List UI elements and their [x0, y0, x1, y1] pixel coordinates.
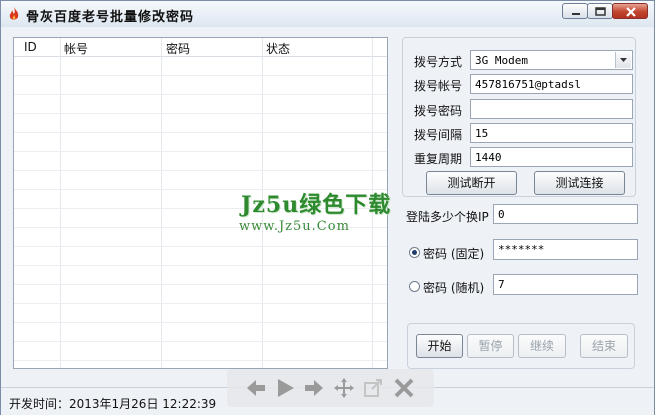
arrow-left-icon[interactable] [245, 377, 267, 399]
viewer-toolbar [227, 369, 434, 407]
dev-time-text: 开发时间：2013年1月26日 12:22:39 [9, 397, 217, 411]
row-gridline [14, 360, 387, 361]
dial-mode-select[interactable]: 3G Modem [470, 50, 633, 70]
fixed-password-input[interactable]: ******* [493, 239, 638, 260]
random-password-length-input[interactable]: 7 [493, 274, 638, 295]
fixed-password-label[interactable]: 密码 (固定) [423, 245, 484, 262]
dial-mode-value: 3G Modem [475, 54, 528, 67]
dropdown-arrow-icon [620, 58, 627, 62]
test-disconnect-button[interactable]: 测试断开 [426, 171, 517, 195]
pause-button[interactable]: 暂停 [467, 334, 514, 358]
dial-interval-input[interactable]: 15 [470, 123, 633, 143]
watermark-title: Jz5u绿色下载 [241, 192, 392, 218]
test-connect-button[interactable]: 测试连接 [534, 171, 625, 195]
external-link-icon[interactable] [362, 377, 384, 399]
close-x-icon[interactable] [393, 377, 415, 399]
list-header: ID 帐号 密码 状态 [14, 38, 387, 57]
row-gridline [14, 151, 387, 152]
dial-interval-label: 拨号间隔 [414, 128, 463, 142]
dropdown-arrow-button[interactable] [615, 52, 631, 68]
arrow-right-icon[interactable] [303, 377, 325, 399]
row-gridline [14, 94, 387, 95]
column-header-status[interactable]: 状态 [266, 40, 290, 57]
column-header-password[interactable]: 密码 [166, 40, 190, 57]
dial-account-input[interactable]: 457816751@ptadsl [470, 74, 633, 94]
row-gridline [14, 341, 387, 342]
repeat-period-label: 重复周期 [414, 152, 463, 166]
maximize-button[interactable] [587, 3, 613, 19]
move-icon[interactable] [333, 377, 355, 399]
title-bar[interactable]: 骨灰百度老号批量修改密码 [1, 1, 654, 27]
dial-password-input[interactable] [470, 99, 633, 119]
column-divider [60, 38, 61, 368]
dial-password-label: 拨号密码 [414, 104, 463, 118]
minimize-icon [572, 13, 580, 15]
close-button[interactable] [612, 3, 648, 19]
row-gridline [14, 246, 387, 247]
switch-ip-count-input[interactable]: 0 [493, 204, 638, 224]
random-password-radio[interactable] [409, 281, 420, 292]
app-window: 骨灰百度老号批量修改密码 ID 帐号 密码 状态 拨号方式 3G Modem 拨… [0, 0, 655, 415]
row-gridline [14, 265, 387, 266]
maximize-icon [595, 7, 606, 16]
close-icon [626, 7, 636, 17]
dial-account-label: 拨号帐号 [414, 79, 463, 93]
random-password-label[interactable]: 密码 (随机) [423, 279, 484, 296]
end-button[interactable]: 结束 [580, 334, 628, 358]
repeat-period-input[interactable]: 1440 [470, 147, 633, 167]
row-gridline [14, 303, 387, 304]
minimize-button[interactable] [562, 3, 588, 19]
dial-mode-label: 拨号方式 [414, 55, 463, 69]
row-gridline [14, 322, 387, 323]
start-button[interactable]: 开始 [416, 334, 463, 358]
row-gridline [14, 113, 387, 114]
window-title: 骨灰百度老号批量修改密码 [26, 10, 195, 25]
switch-ip-label: 登陆多少个换IP [406, 210, 489, 224]
app-flame-icon [9, 7, 19, 20]
play-icon[interactable] [274, 377, 296, 399]
row-gridline [14, 75, 387, 76]
continue-button[interactable]: 继续 [518, 334, 566, 358]
fixed-password-radio[interactable] [409, 247, 420, 258]
column-divider [161, 38, 162, 368]
column-header-id[interactable]: ID [24, 40, 37, 54]
row-gridline [14, 132, 387, 133]
row-gridline [14, 170, 387, 171]
column-header-account[interactable]: 帐号 [64, 40, 88, 57]
radio-selected-dot [412, 250, 417, 255]
row-gridline [14, 284, 387, 285]
watermark-url: www.Jz5u.Com [239, 219, 350, 234]
